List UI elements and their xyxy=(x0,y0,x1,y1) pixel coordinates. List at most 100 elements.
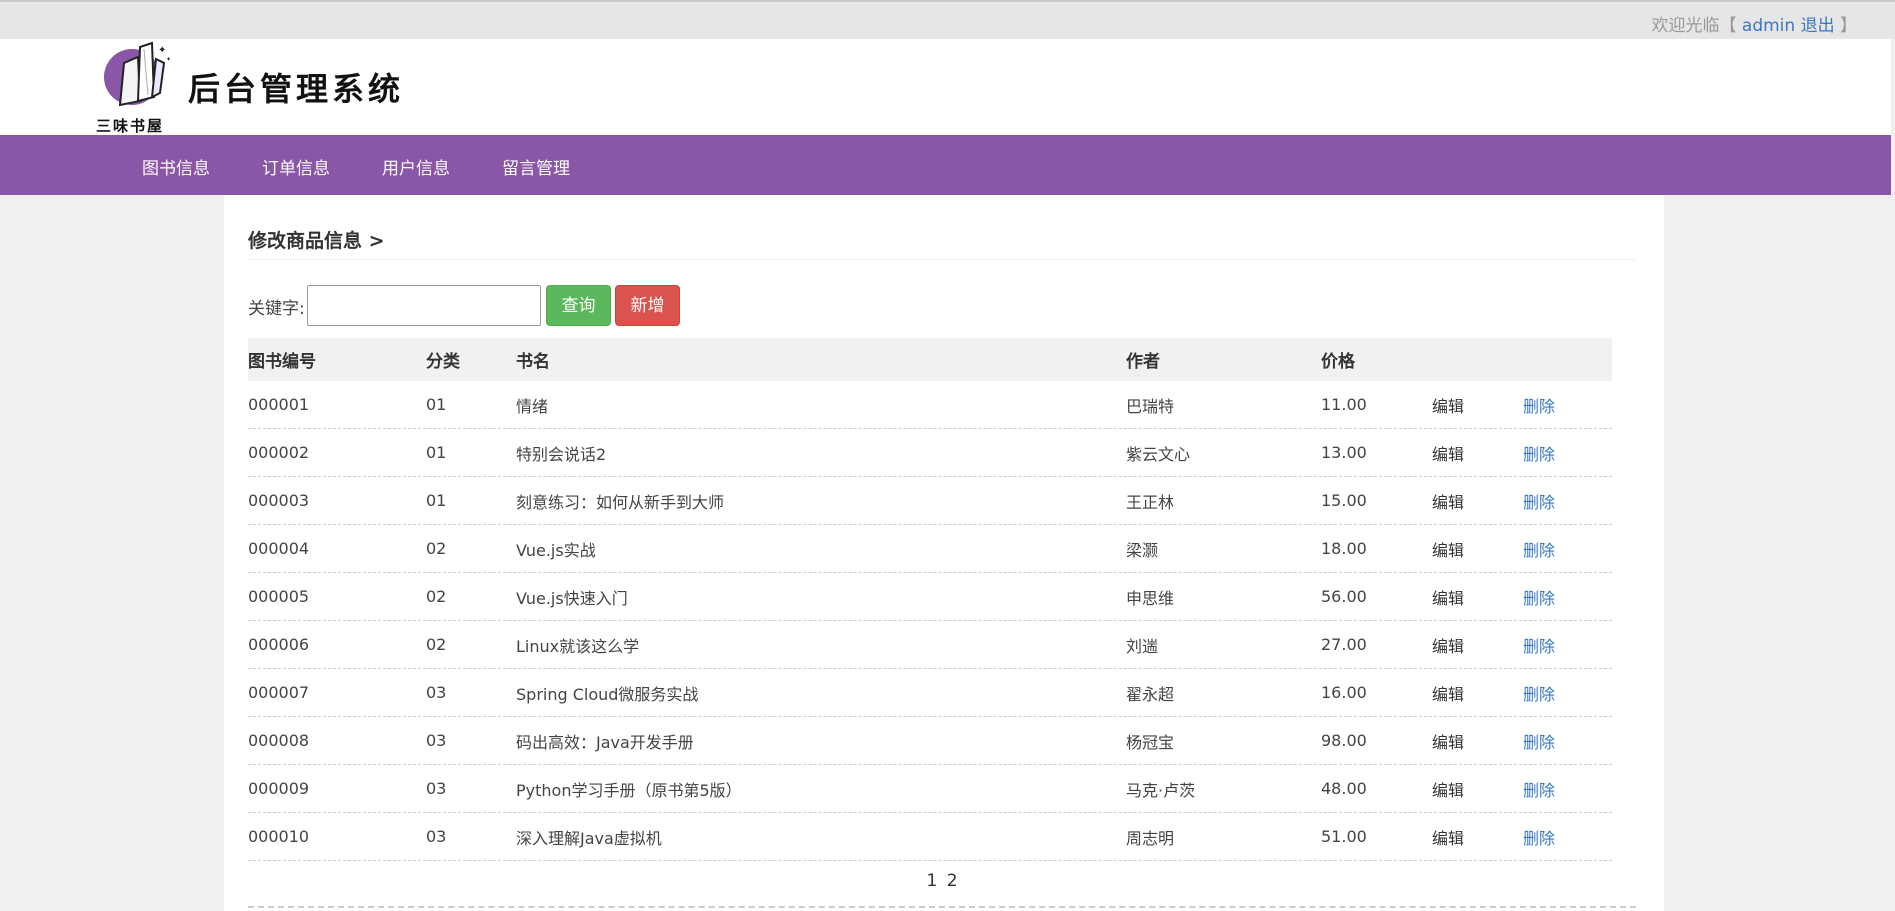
table-body: 000001 01 情绪 巴瑞特 11.00 编辑 删除 000002 01 特别会说话2 紫云文心… xyxy=(248,381,1612,861)
cell-price: 56.00 xyxy=(1321,587,1367,606)
delete-link[interactable]: 删除 xyxy=(1523,429,1555,476)
table-row: 000002 01 特别会说话2 紫云文心 13.00 编辑 删除 xyxy=(248,429,1612,477)
cell-name: Spring Cloud微服务实战 xyxy=(516,684,699,704)
table-row: 000007 03 Spring Cloud微服务实战 翟永超 16.00 编辑 删除 xyxy=(248,669,1612,717)
cell-category: 03 xyxy=(426,827,447,846)
delete-link[interactable]: 删除 xyxy=(1523,717,1555,764)
cell-id: 000005 xyxy=(248,587,310,606)
cell-price: 51.00 xyxy=(1321,827,1367,846)
delete-link[interactable]: 删除 xyxy=(1523,381,1555,428)
svg-text:✦: ✦ xyxy=(166,56,171,63)
table-row: 000010 03 深入理解Java虚拟机 周志明 51.00 编辑 删除 xyxy=(248,813,1612,861)
header-id: 图书编号 xyxy=(248,352,316,372)
cell-category: 01 xyxy=(426,443,447,462)
delete-link[interactable]: 删除 xyxy=(1523,669,1555,716)
cell-name: 码出高效：Java开发手册 xyxy=(516,732,694,752)
cell-author: 周志明 xyxy=(1126,828,1175,848)
edit-link[interactable]: 编辑 xyxy=(1432,477,1464,524)
cell-name: 特别会说话2 xyxy=(516,444,607,464)
cell-author: 翟永超 xyxy=(1126,684,1175,704)
edit-link[interactable]: 编辑 xyxy=(1432,381,1464,428)
table-row: 000009 03 Python学习手册（原书第5版） 马克·卢茨 48.00 编辑 删除 xyxy=(248,765,1612,813)
edit-link[interactable]: 编辑 xyxy=(1432,429,1464,476)
username-link[interactable]: admin xyxy=(1742,16,1795,36)
table-header: 图书编号 分类 书名 作者 价格 xyxy=(248,338,1612,381)
cell-name: 情绪 xyxy=(516,396,549,416)
pagination: 1 2 xyxy=(248,871,1636,891)
delete-link[interactable]: 删除 xyxy=(1523,573,1555,620)
cell-category: 01 xyxy=(426,491,447,510)
cell-id: 000008 xyxy=(248,731,310,750)
search-label: 关键字: xyxy=(248,299,305,319)
page-link-2[interactable]: 2 xyxy=(947,871,958,891)
edit-link[interactable]: 编辑 xyxy=(1432,525,1464,572)
cell-category: 02 xyxy=(426,635,447,654)
cell-id: 000006 xyxy=(248,635,310,654)
search-input[interactable] xyxy=(307,285,541,326)
books-table: 图书编号 分类 书名 作者 价格 000001 01 情绪 巴瑞特 11.00 编辑 删除 0… xyxy=(248,338,1612,861)
header-author: 作者 xyxy=(1126,352,1160,372)
logo-text: 三味书屋 xyxy=(96,117,165,135)
cell-price: 48.00 xyxy=(1321,779,1367,798)
edit-link[interactable]: 编辑 xyxy=(1432,765,1464,812)
cell-category: 03 xyxy=(426,683,447,702)
cell-category: 02 xyxy=(426,539,447,558)
header-name: 书名 xyxy=(516,352,550,372)
edit-link[interactable]: 编辑 xyxy=(1432,717,1464,764)
cell-category: 02 xyxy=(426,587,447,606)
system-title: 后台管理系统 xyxy=(188,70,405,108)
cell-author: 杨冠宝 xyxy=(1126,732,1175,752)
top-bar: 欢迎光临【 admin 退出 】 xyxy=(0,0,1895,39)
table-row: 000003 01 刻意练习：如何从新手到大师 王正林 15.00 编辑 删除 xyxy=(248,477,1612,525)
query-button[interactable]: 查询 xyxy=(546,285,611,326)
svg-text:✦: ✦ xyxy=(158,45,166,56)
divider xyxy=(248,259,1636,260)
cell-name: Linux就该这么学 xyxy=(516,636,640,656)
delete-link[interactable]: 删除 xyxy=(1523,621,1555,668)
add-button[interactable]: 新增 xyxy=(615,285,680,326)
cell-price: 13.00 xyxy=(1321,443,1367,462)
breadcrumb: 修改商品信息 > xyxy=(248,230,385,252)
delete-link[interactable]: 删除 xyxy=(1523,765,1555,812)
cell-id: 000007 xyxy=(248,683,310,702)
cell-id: 000010 xyxy=(248,827,310,846)
edit-link[interactable]: 编辑 xyxy=(1432,621,1464,668)
cell-name: Python学习手册（原书第5版） xyxy=(516,780,742,800)
header-category: 分类 xyxy=(426,352,460,372)
nav-item-orders[interactable]: 订单信息 xyxy=(262,154,330,179)
delete-link[interactable]: 删除 xyxy=(1523,813,1555,860)
cell-price: 27.00 xyxy=(1321,635,1367,654)
cell-name: Vue.js实战 xyxy=(516,540,596,560)
edit-link[interactable]: 编辑 xyxy=(1432,669,1464,716)
table-row: 000005 02 Vue.js快速入门 申思维 56.00 编辑 删除 xyxy=(248,573,1612,621)
cell-author: 申思维 xyxy=(1126,588,1175,608)
header-price: 价格 xyxy=(1321,352,1355,372)
edit-link[interactable]: 编辑 xyxy=(1432,573,1464,620)
cell-price: 11.00 xyxy=(1321,395,1367,414)
edit-link[interactable]: 编辑 xyxy=(1432,813,1464,860)
table-row: 000006 02 Linux就该这么学 刘遄 27.00 编辑 删除 xyxy=(248,621,1612,669)
cell-category: 03 xyxy=(426,779,447,798)
delete-link[interactable]: 删除 xyxy=(1523,525,1555,572)
cell-id: 000003 xyxy=(248,491,310,510)
cell-name: 深入理解Java虚拟机 xyxy=(516,828,662,848)
delete-link[interactable]: 删除 xyxy=(1523,477,1555,524)
cell-author: 巴瑞特 xyxy=(1126,396,1175,416)
cell-author: 刘遄 xyxy=(1126,636,1159,656)
table-row: 000004 02 Vue.js实战 梁灏 18.00 编辑 删除 xyxy=(248,525,1612,573)
cell-price: 15.00 xyxy=(1321,491,1367,510)
cell-name: 刻意练习：如何从新手到大师 xyxy=(516,492,725,512)
cell-price: 18.00 xyxy=(1321,539,1367,558)
divider xyxy=(248,906,1636,908)
page-link-1[interactable]: 1 xyxy=(926,871,937,891)
content-panel: 修改商品信息 > 关键字: 查询 新增 图书编号 分类 书名 作者 价格 000… xyxy=(224,195,1664,911)
cell-id: 000004 xyxy=(248,539,310,558)
nav-item-messages[interactable]: 留言管理 xyxy=(502,154,570,179)
cell-id: 000009 xyxy=(248,779,310,798)
cell-category: 03 xyxy=(426,731,447,750)
logout-link[interactable]: 退出 xyxy=(1801,16,1835,36)
nav-item-users[interactable]: 用户信息 xyxy=(382,154,450,179)
cell-author: 梁灏 xyxy=(1126,540,1159,560)
table-row: 000008 03 码出高效：Java开发手册 杨冠宝 98.00 编辑 删除 xyxy=(248,717,1612,765)
nav-item-books[interactable]: 图书信息 xyxy=(142,154,210,179)
